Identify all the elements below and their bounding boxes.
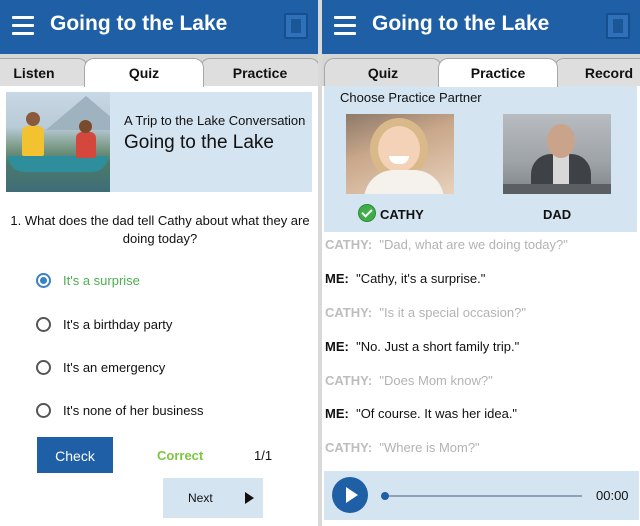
check-button[interactable]: Check <box>37 437 113 473</box>
tab-bar: Quiz Record Practice <box>322 54 640 87</box>
dialog-text: "Where is Mom?" <box>379 440 480 455</box>
tab-record[interactable]: Record <box>554 58 640 86</box>
choose-partner-label: Choose Practice Partner <box>340 90 482 105</box>
hamburger-menu-icon[interactable] <box>334 16 356 36</box>
partner-photo-dad[interactable] <box>503 114 611 194</box>
practice-screen: Going to the Lake Quiz Record Practice C… <box>322 0 640 526</box>
check-circle-icon <box>358 204 376 222</box>
tab-practice[interactable]: Practice <box>438 58 558 87</box>
tab-listen[interactable]: Listen <box>0 58 88 86</box>
dialog-line: CATHY: "Dad, what are we doing today?" <box>325 237 639 252</box>
dialog-text: "No. Just a short family trip." <box>356 339 520 354</box>
book-icon[interactable] <box>606 13 630 39</box>
dialog-line: ME: "Cathy, it's a surprise." <box>325 271 639 286</box>
tab-bar: Listen Practice Quiz <box>0 54 318 87</box>
speaker-label: CATHY: <box>325 440 373 455</box>
radio-selected-icon[interactable] <box>36 273 51 288</box>
dialog-line: ME: "Of course. It was her idea." <box>325 406 639 421</box>
seek-handle[interactable] <box>381 492 389 500</box>
partner-name-cathy[interactable]: CATHY <box>380 207 424 222</box>
audio-player: 00:00 <box>324 471 639 520</box>
book-icon[interactable] <box>284 13 308 39</box>
dialog-line: CATHY: "Does Mom know?" <box>325 373 639 388</box>
lesson-title: Going to the Lake <box>124 132 274 153</box>
question-counter: 1/1 <box>254 448 273 463</box>
tab-quiz[interactable]: Quiz <box>324 58 442 86</box>
answer-label: It's a birthday party <box>63 317 173 332</box>
tab-practice[interactable]: Practice <box>200 58 318 86</box>
play-arrow-icon <box>245 492 254 504</box>
quiz-question: 1. What does the dad tell Cathy about wh… <box>10 213 310 246</box>
dialog-text: "Cathy, it's a surprise." <box>356 271 486 286</box>
speaker-label: ME: <box>325 339 349 354</box>
dialog-text: "Of course. It was her idea." <box>356 406 518 421</box>
quiz-screen: Going to the Lake Listen Practice Quiz A… <box>0 0 318 526</box>
answer-label: It's a surprise <box>63 273 140 288</box>
speaker-label: CATHY: <box>325 373 373 388</box>
speaker-label: CATHY: <box>325 305 373 320</box>
partner-name-dad[interactable]: DAD <box>543 207 571 222</box>
dialog-line: CATHY: "Where is Mom?" <box>325 440 639 455</box>
partner-picker: Choose Practice Partner CATHY DAD <box>324 86 637 232</box>
radio-icon[interactable] <box>36 317 51 332</box>
dialog-text: "Does Mom know?" <box>379 373 493 388</box>
next-label: Next <box>188 491 213 505</box>
speaker-label: ME: <box>325 271 349 286</box>
answer-label: It's an emergency <box>63 360 166 375</box>
speaker-label: ME: <box>325 406 349 421</box>
play-icon[interactable] <box>332 477 368 513</box>
lake-canoe-photo <box>6 92 110 192</box>
app-bar: Going to the Lake <box>0 0 318 54</box>
app-title: Going to the Lake <box>372 12 550 35</box>
lesson-header: A Trip to the Lake Conversation Going to… <box>6 92 312 192</box>
dialog-line: ME: "No. Just a short family trip." <box>325 339 639 354</box>
dialog-text: "Dad, what are we doing today?" <box>379 237 568 252</box>
radio-icon[interactable] <box>36 403 51 418</box>
next-button[interactable]: Next <box>163 478 263 518</box>
seek-bar[interactable] <box>381 492 582 500</box>
tab-quiz[interactable]: Quiz <box>84 58 204 87</box>
speaker-label: CATHY: <box>325 237 373 252</box>
app-title: Going to the Lake <box>50 12 228 35</box>
playback-time: 00:00 <box>596 488 629 503</box>
radio-icon[interactable] <box>36 360 51 375</box>
hamburger-menu-icon[interactable] <box>12 16 34 36</box>
lesson-subtitle: A Trip to the Lake Conversation <box>124 113 306 128</box>
dialog-text: "Is it a special occasion?" <box>379 305 526 320</box>
dialog-line: CATHY: "Is it a special occasion?" <box>325 305 639 320</box>
app-bar: Going to the Lake <box>322 0 640 54</box>
partner-photo-cathy[interactable] <box>346 114 454 194</box>
answer-label: It's none of her business <box>63 403 204 418</box>
result-status: Correct <box>157 448 204 463</box>
